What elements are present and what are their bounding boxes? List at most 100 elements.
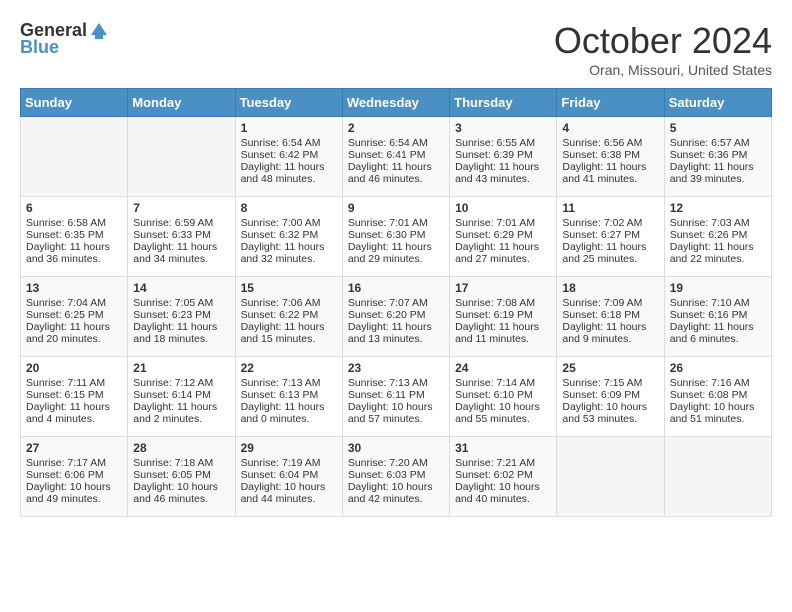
day-number: 14 (133, 281, 229, 295)
sunrise-text: Sunrise: 7:13 AM (241, 377, 337, 389)
location-subtitle: Oran, Missouri, United States (554, 62, 772, 78)
calendar-cell: 29Sunrise: 7:19 AMSunset: 6:04 PMDayligh… (235, 437, 342, 517)
sunset-text: Sunset: 6:27 PM (562, 229, 658, 241)
weekday-header: Friday (557, 89, 664, 117)
sunset-text: Sunset: 6:06 PM (26, 469, 122, 481)
sunrise-text: Sunrise: 6:54 AM (348, 137, 444, 149)
calendar-cell: 2Sunrise: 6:54 AMSunset: 6:41 PMDaylight… (342, 117, 449, 197)
calendar-cell: 22Sunrise: 7:13 AMSunset: 6:13 PMDayligh… (235, 357, 342, 437)
day-number: 20 (26, 361, 122, 375)
calendar-cell: 25Sunrise: 7:15 AMSunset: 6:09 PMDayligh… (557, 357, 664, 437)
sunset-text: Sunset: 6:09 PM (562, 389, 658, 401)
sunrise-text: Sunrise: 7:06 AM (241, 297, 337, 309)
day-number: 11 (562, 201, 658, 215)
daylight-text: Daylight: 11 hours and 27 minutes. (455, 241, 551, 265)
sunset-text: Sunset: 6:23 PM (133, 309, 229, 321)
weekday-header: Saturday (664, 89, 771, 117)
weekday-header: Tuesday (235, 89, 342, 117)
calendar-cell: 14Sunrise: 7:05 AMSunset: 6:23 PMDayligh… (128, 277, 235, 357)
sunrise-text: Sunrise: 6:57 AM (670, 137, 766, 149)
logo-blue-text: Blue (20, 37, 59, 58)
sunset-text: Sunset: 6:10 PM (455, 389, 551, 401)
sunrise-text: Sunrise: 7:13 AM (348, 377, 444, 389)
calendar-cell: 1Sunrise: 6:54 AMSunset: 6:42 PMDaylight… (235, 117, 342, 197)
calendar-week-row: 20Sunrise: 7:11 AMSunset: 6:15 PMDayligh… (21, 357, 772, 437)
sunset-text: Sunset: 6:08 PM (670, 389, 766, 401)
sunset-text: Sunset: 6:26 PM (670, 229, 766, 241)
calendar-week-row: 27Sunrise: 7:17 AMSunset: 6:06 PMDayligh… (21, 437, 772, 517)
day-number: 27 (26, 441, 122, 455)
daylight-text: Daylight: 10 hours and 49 minutes. (26, 481, 122, 505)
daylight-text: Daylight: 10 hours and 40 minutes. (455, 481, 551, 505)
calendar-cell: 12Sunrise: 7:03 AMSunset: 6:26 PMDayligh… (664, 197, 771, 277)
calendar-cell: 19Sunrise: 7:10 AMSunset: 6:16 PMDayligh… (664, 277, 771, 357)
sunset-text: Sunset: 6:14 PM (133, 389, 229, 401)
sunset-text: Sunset: 6:30 PM (348, 229, 444, 241)
calendar-cell: 18Sunrise: 7:09 AMSunset: 6:18 PMDayligh… (557, 277, 664, 357)
day-number: 8 (241, 201, 337, 215)
sunset-text: Sunset: 6:38 PM (562, 149, 658, 161)
weekday-header-row: SundayMondayTuesdayWednesdayThursdayFrid… (21, 89, 772, 117)
calendar-cell: 7Sunrise: 6:59 AMSunset: 6:33 PMDaylight… (128, 197, 235, 277)
calendar-cell: 8Sunrise: 7:00 AMSunset: 6:32 PMDaylight… (235, 197, 342, 277)
day-number: 18 (562, 281, 658, 295)
sunset-text: Sunset: 6:36 PM (670, 149, 766, 161)
title-section: October 2024 Oran, Missouri, United Stat… (554, 20, 772, 78)
day-number: 19 (670, 281, 766, 295)
sunrise-text: Sunrise: 7:12 AM (133, 377, 229, 389)
calendar-cell: 11Sunrise: 7:02 AMSunset: 6:27 PMDayligh… (557, 197, 664, 277)
weekday-header: Monday (128, 89, 235, 117)
calendar-cell: 5Sunrise: 6:57 AMSunset: 6:36 PMDaylight… (664, 117, 771, 197)
logo: General Blue (20, 20, 109, 58)
sunset-text: Sunset: 6:18 PM (562, 309, 658, 321)
daylight-text: Daylight: 11 hours and 2 minutes. (133, 401, 229, 425)
day-number: 10 (455, 201, 551, 215)
calendar-week-row: 1Sunrise: 6:54 AMSunset: 6:42 PMDaylight… (21, 117, 772, 197)
calendar-cell (21, 117, 128, 197)
daylight-text: Daylight: 11 hours and 48 minutes. (241, 161, 337, 185)
sunset-text: Sunset: 6:15 PM (26, 389, 122, 401)
calendar-cell: 28Sunrise: 7:18 AMSunset: 6:05 PMDayligh… (128, 437, 235, 517)
sunset-text: Sunset: 6:19 PM (455, 309, 551, 321)
sunrise-text: Sunrise: 7:03 AM (670, 217, 766, 229)
sunset-text: Sunset: 6:04 PM (241, 469, 337, 481)
daylight-text: Daylight: 10 hours and 57 minutes. (348, 401, 444, 425)
month-title: October 2024 (554, 20, 772, 62)
sunset-text: Sunset: 6:33 PM (133, 229, 229, 241)
sunrise-text: Sunrise: 6:56 AM (562, 137, 658, 149)
daylight-text: Daylight: 11 hours and 32 minutes. (241, 241, 337, 265)
calendar-cell: 31Sunrise: 7:21 AMSunset: 6:02 PMDayligh… (450, 437, 557, 517)
daylight-text: Daylight: 11 hours and 41 minutes. (562, 161, 658, 185)
sunset-text: Sunset: 6:41 PM (348, 149, 444, 161)
daylight-text: Daylight: 10 hours and 42 minutes. (348, 481, 444, 505)
calendar-cell (128, 117, 235, 197)
calendar-cell: 13Sunrise: 7:04 AMSunset: 6:25 PMDayligh… (21, 277, 128, 357)
calendar-week-row: 6 Sunrise: 6:58 AMSunset: 6:35 PM Daylight… (21, 197, 772, 277)
sunrise-text: Sunrise: 6:58 AM (26, 217, 122, 229)
daylight-text: Daylight: 11 hours and 20 minutes. (26, 321, 122, 345)
calendar-cell: 27Sunrise: 7:17 AMSunset: 6:06 PMDayligh… (21, 437, 128, 517)
day-number: 23 (348, 361, 444, 375)
daylight-text: Daylight: 11 hours and 39 minutes. (670, 161, 766, 185)
sunrise-text: Sunrise: 7:19 AM (241, 457, 337, 469)
day-number: 6 (26, 201, 122, 215)
daylight-text: Daylight: 11 hours and 29 minutes. (348, 241, 444, 265)
sunrise-text: Sunrise: 7:04 AM (26, 297, 122, 309)
sunrise-text: Sunrise: 7:15 AM (562, 377, 658, 389)
calendar-cell (557, 437, 664, 517)
day-number: 30 (348, 441, 444, 455)
calendar-cell: 3Sunrise: 6:55 AMSunset: 6:39 PMDaylight… (450, 117, 557, 197)
sunset-text: Sunset: 6:35 PM (26, 229, 122, 241)
sunset-text: Sunset: 6:05 PM (133, 469, 229, 481)
sunset-text: Sunset: 6:03 PM (348, 469, 444, 481)
calendar-cell: 9Sunrise: 7:01 AMSunset: 6:30 PMDaylight… (342, 197, 449, 277)
page-header: General Blue October 2024 Oran, Missouri… (20, 20, 772, 78)
day-number: 28 (133, 441, 229, 455)
sunrise-text: Sunrise: 7:10 AM (670, 297, 766, 309)
day-number: 24 (455, 361, 551, 375)
sunrise-text: Sunrise: 7:00 AM (241, 217, 337, 229)
day-number: 17 (455, 281, 551, 295)
sunrise-text: Sunrise: 7:09 AM (562, 297, 658, 309)
sunrise-text: Sunrise: 7:07 AM (348, 297, 444, 309)
sunrise-text: Sunrise: 7:02 AM (562, 217, 658, 229)
